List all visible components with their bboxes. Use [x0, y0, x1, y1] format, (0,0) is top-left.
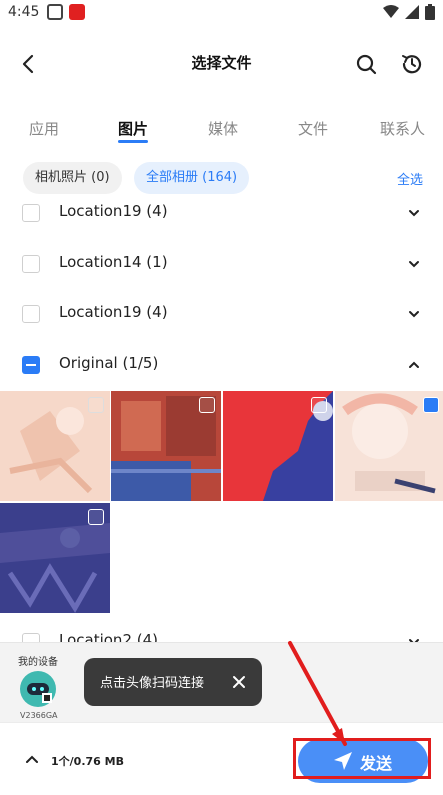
album-row[interactable]: Location19 (4) — [0, 290, 443, 340]
chevron-up-icon[interactable] — [24, 751, 40, 767]
history-icon[interactable] — [398, 50, 426, 78]
tab-contacts[interactable]: 联系人 — [380, 118, 425, 139]
selection-summary: 1个/0.76 MB — [51, 755, 124, 768]
close-icon[interactable] — [228, 671, 250, 693]
status-bar: 4:45 — [0, 0, 443, 24]
device-avatar[interactable] — [20, 671, 56, 707]
chevron-down-icon[interactable] — [404, 203, 424, 223]
status-time: 4:45 — [8, 4, 40, 20]
thumbnail-checkbox[interactable] — [199, 397, 215, 413]
select-all-button[interactable]: 全选 — [397, 169, 423, 188]
album-label: Original (1/5) — [59, 354, 159, 372]
album-label: Location19 (4) — [59, 303, 168, 321]
my-devices-header: 我的设备 — [18, 657, 58, 668]
album-checkbox[interactable] — [22, 305, 40, 323]
album-checkbox[interactable] — [22, 204, 40, 222]
album-checkbox-partial[interactable] — [22, 356, 40, 374]
image-thumbnail-selected[interactable] — [335, 391, 443, 501]
tab-files[interactable]: 文件 — [298, 118, 328, 139]
album-row[interactable]: Location14 (1) — [0, 240, 443, 290]
tab-apps[interactable]: 应用 — [29, 118, 59, 139]
image-thumbnail[interactable] — [223, 391, 333, 501]
device-name: V2366GA — [20, 711, 58, 720]
search-icon[interactable] — [352, 50, 380, 78]
thumbnail-checkbox[interactable] — [88, 509, 104, 525]
album-checkbox[interactable] — [22, 255, 40, 273]
tab-media[interactable]: 媒体 — [208, 118, 238, 139]
category-tabs: 应用 图片 媒体 文件 联系人 — [0, 118, 443, 148]
chevron-down-icon[interactable] — [404, 254, 424, 274]
app-notification-icon — [47, 4, 64, 20]
image-thumbnail[interactable] — [111, 391, 221, 501]
album-label: Location19 (4) — [59, 202, 168, 220]
thumbnail-checkbox[interactable] — [88, 397, 104, 413]
wifi-icon — [383, 5, 399, 18]
active-tab-indicator — [118, 140, 148, 143]
album-row[interactable]: Location19 (4) — [0, 189, 443, 239]
album-label: Location14 (1) — [59, 253, 168, 271]
battery-icon — [425, 4, 435, 20]
tab-images[interactable]: 图片 — [118, 118, 148, 139]
image-thumbnail[interactable] — [0, 391, 110, 501]
album-row-expanded[interactable]: Original (1/5) — [0, 341, 443, 391]
annotation-highlight-box — [293, 738, 431, 779]
chevron-up-icon[interactable] — [404, 355, 424, 375]
robot-avatar-icon — [27, 683, 52, 703]
chevron-down-icon[interactable] — [404, 304, 424, 324]
thumbnail-checkbox[interactable] — [311, 397, 327, 413]
tooltip-text: 点击头像扫码连接 — [100, 676, 205, 691]
scan-tooltip: 点击头像扫码连接 — [84, 658, 262, 706]
header: 选择文件 — [0, 40, 443, 86]
red-notification-icon — [69, 4, 86, 20]
cellular-icon — [405, 5, 419, 19]
image-thumbnail[interactable] — [0, 503, 110, 613]
thumbnail-checkbox-checked[interactable] — [423, 397, 439, 413]
